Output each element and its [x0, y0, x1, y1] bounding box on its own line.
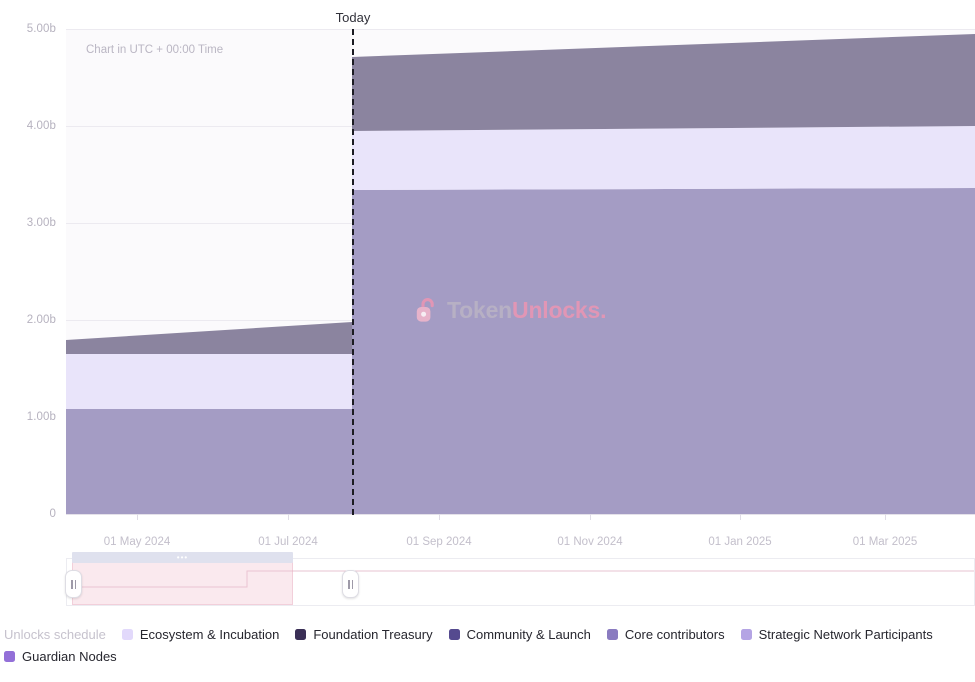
range-selector-handle-left[interactable]	[65, 570, 82, 598]
x-tick-label-0: 01 May 2024	[103, 536, 171, 548]
x-axis-line	[66, 514, 975, 515]
legend-item-guardian-nodes[interactable]: Guardian Nodes	[4, 650, 117, 663]
grip-line	[74, 579, 76, 589]
chart-legend: Unlocks schedule Ecosystem & Incubation …	[0, 628, 975, 663]
legend-item-core-contributors[interactable]: Core contributors	[606, 627, 725, 642]
legend-item-ecosystem-incubation[interactable]: Ecosystem & Incubation	[121, 627, 280, 642]
x-tick-label-1: 01 Jul 2024	[258, 536, 318, 548]
legend-item-label: Foundation Treasury	[313, 627, 433, 642]
grip-line	[351, 579, 353, 589]
x-tick-5	[885, 514, 886, 520]
x-tick-3	[590, 514, 591, 520]
utc-note: Chart in UTC + 00:00 Time	[86, 44, 224, 56]
x-tick-label-3: 01 Nov 2024	[557, 536, 623, 548]
x-tick-label-2: 01 Sep 2024	[406, 536, 472, 548]
x-tick-2	[439, 514, 440, 520]
legend-swatch-icon	[448, 629, 460, 640]
today-marker-label: Today	[335, 10, 371, 25]
y-tick-label-2b: 2.00b	[26, 314, 56, 326]
legend-swatch-icon	[4, 651, 15, 662]
token-unlocks-chart-page: 5.00b 4.00b 3.00b 2.00b 1.00b 0 Today Ch…	[0, 0, 975, 682]
y-tick-label-0: 0	[49, 508, 56, 520]
legend-item-label: Guardian Nodes	[22, 649, 117, 664]
legend-item-label: Strategic Network Participants	[758, 627, 933, 642]
today-marker-line	[352, 29, 354, 515]
legend-item-label: Ecosystem & Incubation	[139, 627, 280, 642]
x-tick-4	[740, 514, 741, 520]
x-tick-label-4: 01 Jan 2025	[708, 536, 772, 548]
chart-canvas[interactable]: 5.00b 4.00b 3.00b 2.00b 1.00b 0 Today Ch…	[0, 0, 975, 622]
grip-line	[348, 579, 350, 589]
x-tick-label-5: 01 Mar 2025	[852, 536, 918, 548]
grip-line	[71, 579, 73, 589]
legend-item-community-launch[interactable]: Community & Launch	[448, 627, 591, 642]
legend-item-foundation-treasury[interactable]: Foundation Treasury	[295, 627, 433, 642]
stacked-area-series	[66, 34, 975, 514]
range-selector-handle-right[interactable]	[342, 570, 359, 598]
y-tick-label-1b: 1.00b	[26, 411, 56, 423]
y-tick-label-3b: 3.00b	[26, 217, 56, 229]
range-selector-selection[interactable]	[72, 559, 293, 605]
y-tick-label-5b: 5.00b	[26, 23, 56, 35]
drag-bar-grip-icon: •••	[176, 552, 189, 562]
legend-item-label: Community & Launch	[466, 627, 591, 642]
legend-swatch-icon	[121, 629, 133, 640]
range-selector[interactable]: •••	[65, 552, 975, 606]
legend-swatch-icon	[295, 629, 307, 640]
range-selector-drag-bar[interactable]: •••	[72, 552, 293, 563]
x-tick-0	[137, 514, 138, 520]
legend-title: Unlocks schedule	[4, 627, 106, 642]
legend-item-label: Core contributors	[624, 627, 725, 642]
legend-swatch-icon	[740, 629, 752, 640]
y-tick-label-4b: 4.00b	[26, 120, 56, 132]
legend-item-strategic-network-participants[interactable]: Strategic Network Participants	[740, 627, 933, 642]
legend-swatch-icon	[606, 629, 618, 640]
x-tick-1	[288, 514, 289, 520]
